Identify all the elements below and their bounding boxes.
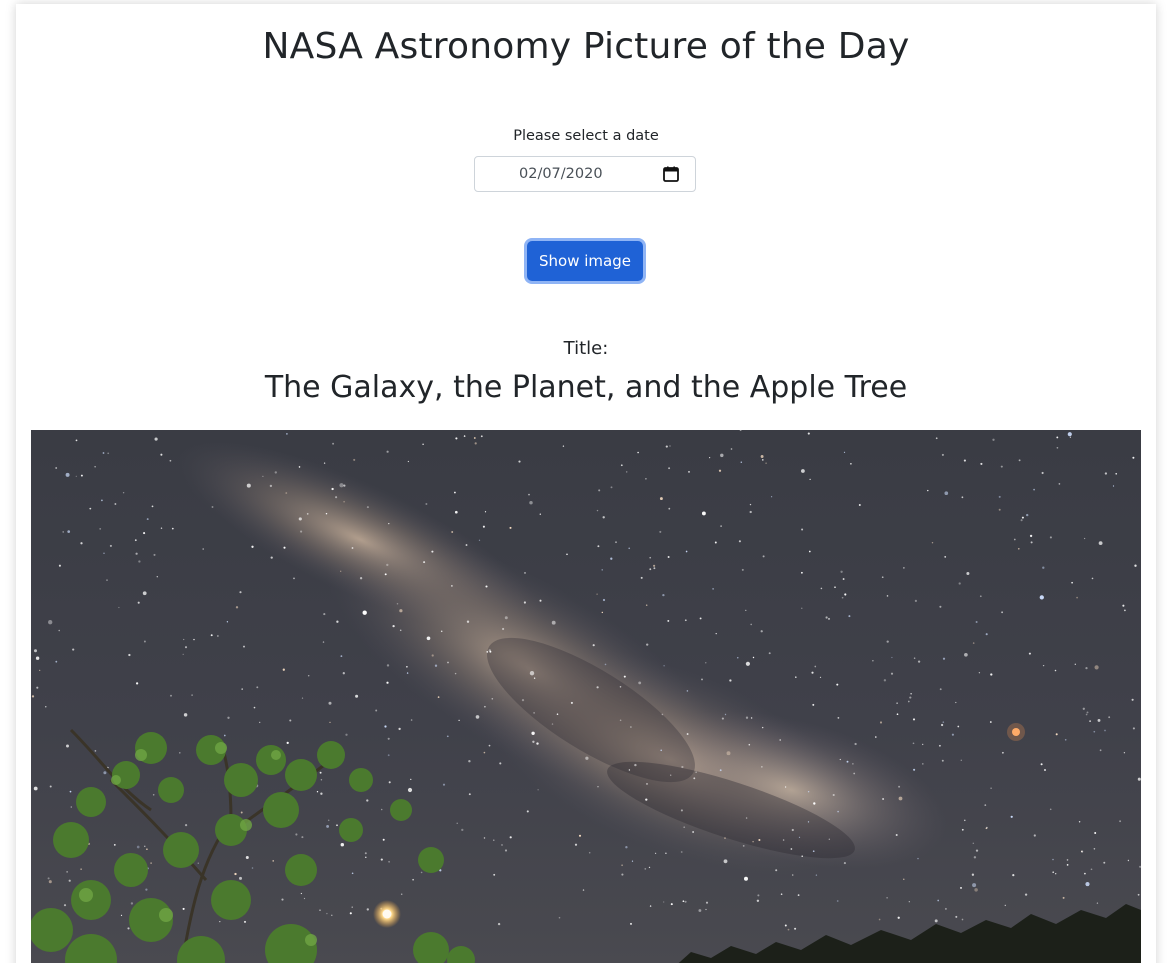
page-title: NASA Astronomy Picture of the Day: [262, 26, 910, 67]
night-sky-photo: [31, 430, 1141, 963]
date-label: Please select a date: [513, 128, 659, 144]
date-input[interactable]: 02/07/2020: [474, 156, 696, 192]
show-image-button[interactable]: Show image: [527, 241, 643, 281]
apod-title: The Galaxy, the Planet, and the Apple Tr…: [264, 370, 908, 405]
date-value[interactable]: 02/07/2020: [519, 166, 603, 182]
main-card: NASA Astronomy Picture of the Day Please…: [16, 4, 1156, 963]
calendar-icon[interactable]: [663, 166, 679, 182]
title-label: Title:: [563, 338, 609, 359]
apod-image: [31, 430, 1141, 963]
